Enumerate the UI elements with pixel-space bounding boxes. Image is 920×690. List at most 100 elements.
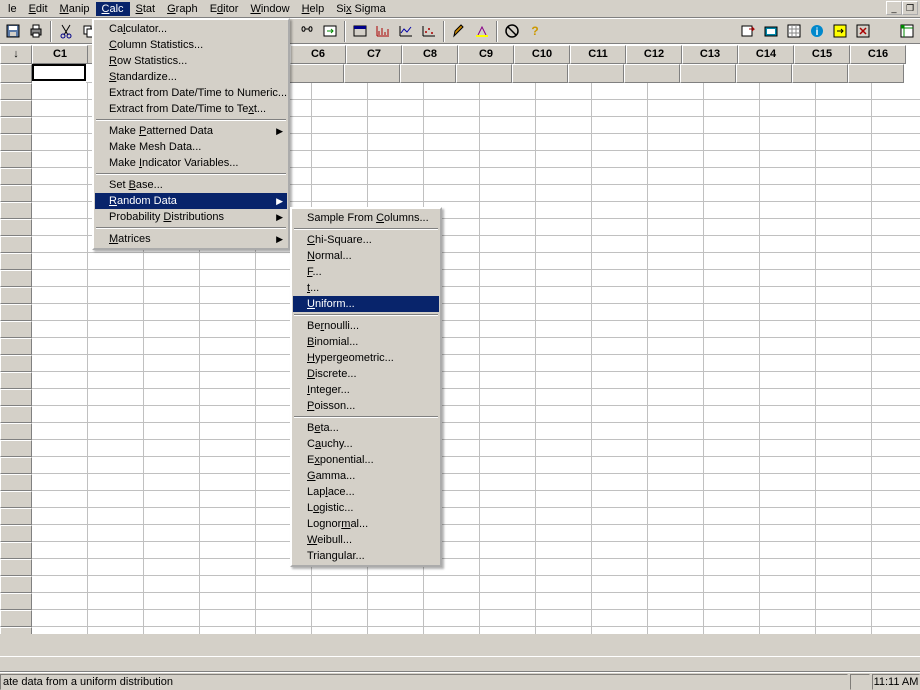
cell[interactable] bbox=[760, 151, 816, 168]
column-header[interactable]: C16 bbox=[850, 45, 906, 64]
cell[interactable] bbox=[872, 151, 920, 168]
cell[interactable] bbox=[88, 491, 144, 508]
cell[interactable] bbox=[872, 117, 920, 134]
menuitem-exponential[interactable]: Exponential... bbox=[293, 452, 439, 468]
cell[interactable] bbox=[88, 474, 144, 491]
cell[interactable] bbox=[32, 83, 88, 100]
cell[interactable] bbox=[816, 593, 872, 610]
cell[interactable] bbox=[816, 542, 872, 559]
menuitem-normal[interactable]: Normal... bbox=[293, 248, 439, 264]
column-header[interactable]: C7 bbox=[346, 45, 402, 64]
menu-stat[interactable]: Stat bbox=[130, 2, 162, 16]
cell[interactable] bbox=[872, 270, 920, 287]
row-header[interactable] bbox=[0, 253, 32, 270]
cell[interactable] bbox=[760, 559, 816, 576]
cell[interactable] bbox=[200, 372, 256, 389]
cell[interactable] bbox=[816, 474, 872, 491]
cell[interactable] bbox=[368, 151, 424, 168]
cell[interactable] bbox=[592, 270, 648, 287]
column-subheader[interactable] bbox=[680, 64, 736, 83]
cell[interactable] bbox=[816, 304, 872, 321]
cell[interactable] bbox=[872, 627, 920, 634]
row-header[interactable] bbox=[0, 423, 32, 440]
column-header[interactable]: C15 bbox=[794, 45, 850, 64]
namebox[interactable]: C1 bbox=[32, 45, 88, 64]
cell[interactable] bbox=[872, 389, 920, 406]
cell[interactable] bbox=[144, 542, 200, 559]
cell[interactable] bbox=[704, 576, 760, 593]
menuitem-calculator[interactable]: Calculator... bbox=[95, 21, 287, 37]
cell[interactable] bbox=[760, 321, 816, 338]
cell[interactable] bbox=[704, 440, 760, 457]
cell[interactable] bbox=[648, 406, 704, 423]
row-header[interactable] bbox=[0, 287, 32, 304]
cell[interactable] bbox=[368, 134, 424, 151]
cell[interactable] bbox=[32, 338, 88, 355]
cell[interactable] bbox=[32, 202, 88, 219]
cell[interactable] bbox=[480, 491, 536, 508]
cell[interactable] bbox=[88, 287, 144, 304]
row-header[interactable] bbox=[0, 406, 32, 423]
cell[interactable] bbox=[704, 270, 760, 287]
cell[interactable] bbox=[32, 389, 88, 406]
cell[interactable] bbox=[704, 559, 760, 576]
menuitem-make-patterned[interactable]: Make Patterned Data▶ bbox=[95, 123, 287, 139]
cell[interactable] bbox=[536, 100, 592, 117]
cell[interactable] bbox=[816, 117, 872, 134]
cell[interactable] bbox=[480, 134, 536, 151]
cell[interactable] bbox=[32, 593, 88, 610]
cell[interactable] bbox=[592, 372, 648, 389]
menuitem-column-statistics[interactable]: Column Statistics... bbox=[95, 37, 287, 53]
cell[interactable] bbox=[704, 134, 760, 151]
cell[interactable] bbox=[592, 474, 648, 491]
cell[interactable] bbox=[88, 593, 144, 610]
chart1-icon[interactable] bbox=[372, 21, 394, 42]
info-icon[interactable]: i bbox=[806, 21, 828, 42]
cell[interactable] bbox=[592, 610, 648, 627]
cell[interactable] bbox=[480, 168, 536, 185]
cell[interactable] bbox=[816, 100, 872, 117]
cell[interactable] bbox=[312, 83, 368, 100]
cell[interactable] bbox=[32, 219, 88, 236]
cell[interactable] bbox=[312, 100, 368, 117]
cell[interactable] bbox=[32, 236, 88, 253]
cell[interactable] bbox=[368, 610, 424, 627]
cell[interactable] bbox=[536, 559, 592, 576]
cell[interactable] bbox=[32, 168, 88, 185]
cell[interactable] bbox=[648, 270, 704, 287]
cell[interactable] bbox=[536, 338, 592, 355]
menuitem-matrices[interactable]: Matrices▶ bbox=[95, 231, 287, 247]
cell[interactable] bbox=[200, 304, 256, 321]
cell[interactable] bbox=[144, 270, 200, 287]
cell[interactable] bbox=[760, 491, 816, 508]
cell[interactable] bbox=[760, 508, 816, 525]
cell[interactable] bbox=[368, 593, 424, 610]
cell[interactable] bbox=[32, 542, 88, 559]
cell[interactable] bbox=[760, 168, 816, 185]
menuitem-chisquare[interactable]: Chi-Square... bbox=[293, 232, 439, 248]
column-header[interactable]: C11 bbox=[570, 45, 626, 64]
cell[interactable] bbox=[704, 219, 760, 236]
cell[interactable] bbox=[648, 287, 704, 304]
find-icon[interactable] bbox=[296, 21, 318, 42]
cell[interactable] bbox=[368, 117, 424, 134]
cell[interactable] bbox=[368, 83, 424, 100]
cell[interactable] bbox=[536, 372, 592, 389]
cell[interactable] bbox=[368, 168, 424, 185]
cell[interactable] bbox=[592, 508, 648, 525]
cell[interactable] bbox=[480, 389, 536, 406]
cell[interactable] bbox=[32, 185, 88, 202]
menuitem-extract-numeric[interactable]: Extract from Date/Time to Numeric... bbox=[95, 85, 287, 101]
row-header[interactable] bbox=[0, 525, 32, 542]
column-subheader[interactable] bbox=[792, 64, 848, 83]
cell[interactable] bbox=[648, 389, 704, 406]
cell[interactable] bbox=[760, 457, 816, 474]
cell[interactable] bbox=[872, 100, 920, 117]
cell[interactable] bbox=[592, 440, 648, 457]
cell[interactable] bbox=[592, 491, 648, 508]
menuitem-triangular[interactable]: Triangular... bbox=[293, 548, 439, 564]
cell[interactable] bbox=[32, 474, 88, 491]
cell[interactable] bbox=[872, 440, 920, 457]
row-header[interactable] bbox=[0, 542, 32, 559]
cell[interactable] bbox=[480, 219, 536, 236]
